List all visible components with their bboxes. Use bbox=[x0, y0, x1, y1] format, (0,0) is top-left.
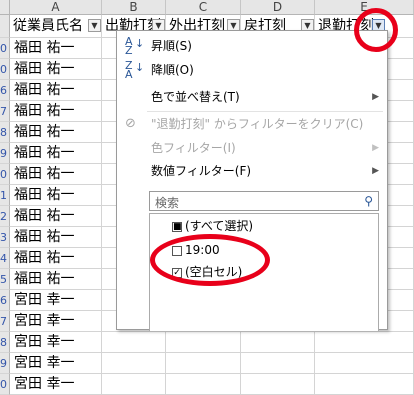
column-header-b[interactable]: B bbox=[102, 0, 166, 15]
row-number[interactable]: 1 bbox=[0, 185, 10, 206]
cell-employee-name[interactable]: 福田 祐一 bbox=[10, 248, 102, 269]
cell-employee-name[interactable]: 福田 祐一 bbox=[10, 80, 102, 101]
cell-empty[interactable] bbox=[315, 374, 414, 395]
cell-employee-name[interactable]: 宮田 幸一 bbox=[10, 353, 102, 374]
cell-empty[interactable] bbox=[102, 353, 166, 374]
cell-empty[interactable] bbox=[166, 374, 241, 395]
row-number[interactable]: 6 bbox=[0, 80, 10, 101]
list-item-select-all[interactable]: ■ (すべて選択) bbox=[172, 216, 253, 236]
row-number[interactable] bbox=[0, 15, 10, 38]
column-header-d[interactable]: D bbox=[241, 0, 315, 15]
row-number[interactable]: 6 bbox=[0, 290, 10, 311]
row-number[interactable]: 2 bbox=[0, 206, 10, 227]
filter-dropdown-button-a[interactable]: ▼ bbox=[88, 19, 101, 32]
header-label: 従業員氏名 bbox=[13, 18, 83, 34]
cell-employee-name[interactable]: 福田 祐一 bbox=[10, 206, 102, 227]
filter-search-input[interactable]: 検索 ⚲ bbox=[149, 191, 379, 211]
autofilter-menu: A Z ↓ 昇順(S) Z A ↓ 降順(O) 色で並べ替え(T) ▶ ⊘ "退勤打刻"… bbox=[116, 30, 388, 331]
cell-employee-name[interactable]: 福田 祐一 bbox=[10, 227, 102, 248]
row-number[interactable]: 8 bbox=[0, 122, 10, 143]
row-number[interactable]: 4 bbox=[0, 248, 10, 269]
submenu-arrow-icon: ▶ bbox=[372, 92, 379, 102]
row-number[interactable]: 3 bbox=[0, 227, 10, 248]
sort-ascending-icon: A Z ↓ bbox=[125, 35, 145, 57]
cell-employee-name[interactable]: 福田 祐一 bbox=[10, 269, 102, 290]
clear-filter-icon: ⊘ bbox=[125, 116, 136, 131]
checkbox-icon[interactable]: ■ bbox=[172, 221, 182, 232]
row-number[interactable]: 7 bbox=[0, 101, 10, 122]
cell-empty[interactable] bbox=[315, 332, 414, 353]
cell-employee-name[interactable]: 福田 祐一 bbox=[10, 143, 102, 164]
cell-employee-name[interactable]: 宮田 幸一 bbox=[10, 290, 102, 311]
cell-employee-name[interactable]: 福田 祐一 bbox=[10, 185, 102, 206]
row-number[interactable]: 9 bbox=[0, 143, 10, 164]
cell-empty[interactable] bbox=[166, 353, 241, 374]
column-header-a[interactable]: A bbox=[10, 0, 102, 15]
cell-employee-name[interactable]: 宮田 幸一 bbox=[10, 374, 102, 395]
cell-empty[interactable] bbox=[102, 374, 166, 395]
cell-empty[interactable] bbox=[241, 353, 315, 374]
submenu-arrow-icon: ▶ bbox=[372, 143, 379, 153]
row-number[interactable]: 0 bbox=[0, 59, 10, 80]
cell-employee-name[interactable]: 福田 祐一 bbox=[10, 38, 102, 59]
submenu-arrow-icon: ▶ bbox=[372, 166, 379, 176]
row-number[interactable]: 5 bbox=[0, 269, 10, 290]
cell-employee-name[interactable]: 宮田 幸一 bbox=[10, 332, 102, 353]
row-number[interactable]: 0 bbox=[0, 38, 10, 59]
row-number[interactable]: 0 bbox=[0, 164, 10, 185]
cell-employee-name[interactable]: 宮田 幸一 bbox=[10, 311, 102, 332]
search-icon: ⚲ bbox=[364, 194, 373, 208]
menu-item-clear-filter[interactable]: ⊘ "退勤打刻" からフィルターをクリア(C) bbox=[117, 113, 387, 135]
column-header-c[interactable]: C bbox=[166, 0, 241, 15]
row-number[interactable]: 0 bbox=[0, 374, 10, 395]
row-number[interactable]: 9 bbox=[0, 353, 10, 374]
annotation-circle-dropdown bbox=[354, 8, 398, 52]
menu-separator bbox=[147, 111, 383, 112]
cell-empty[interactable] bbox=[166, 332, 241, 353]
select-all-corner[interactable] bbox=[0, 0, 10, 15]
row-number[interactable]: 7 bbox=[0, 311, 10, 332]
cell-employee-name[interactable]: 福田 祐一 bbox=[10, 122, 102, 143]
menu-item-sort-ascending[interactable]: A Z ↓ 昇順(S) bbox=[117, 35, 387, 57]
menu-item-sort-descending[interactable]: Z A ↓ 降順(O) bbox=[117, 59, 387, 81]
cell-empty[interactable] bbox=[241, 332, 315, 353]
menu-item-number-filter[interactable]: 数値フィルター(F) ▶ bbox=[117, 160, 387, 182]
cell-employee-name[interactable]: 福田 祐一 bbox=[10, 59, 102, 80]
cell-employee-name[interactable]: 福田 祐一 bbox=[10, 101, 102, 122]
sort-descending-icon: Z A ↓ bbox=[125, 59, 145, 81]
menu-item-color-filter[interactable]: 色フィルター(I) ▶ bbox=[117, 137, 387, 159]
cell-empty[interactable] bbox=[241, 374, 315, 395]
cell-empty[interactable] bbox=[315, 353, 414, 374]
cell-employee-name[interactable]: 福田 祐一 bbox=[10, 164, 102, 185]
menu-item-sort-by-color[interactable]: 色で並べ替え(T) ▶ bbox=[117, 86, 387, 108]
cell-empty[interactable] bbox=[102, 332, 166, 353]
annotation-circle-blank-cells bbox=[150, 234, 270, 286]
row-number[interactable]: 8 bbox=[0, 332, 10, 353]
